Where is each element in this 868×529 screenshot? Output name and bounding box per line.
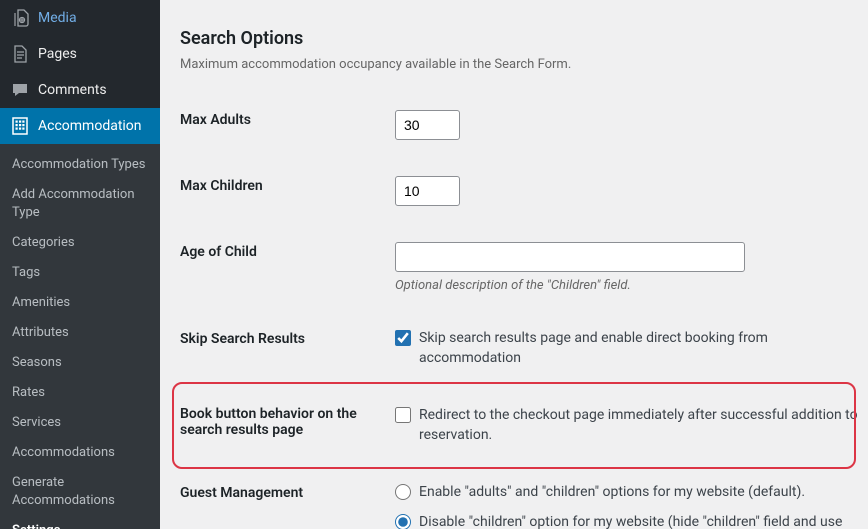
age-of-child-input[interactable] bbox=[395, 242, 745, 272]
max-children-input[interactable] bbox=[395, 176, 460, 206]
submenu-item-categories[interactable]: Categories bbox=[0, 228, 160, 258]
skip-search-label: Skip Search Results bbox=[180, 311, 395, 386]
submenu-item-rates[interactable]: Rates bbox=[0, 378, 160, 408]
submenu-item-seasons[interactable]: Seasons bbox=[0, 348, 160, 378]
submenu-item-attributes[interactable]: Attributes bbox=[0, 318, 160, 348]
guest-option-disable-text[interactable]: Disable "children" option for my website… bbox=[419, 513, 858, 529]
age-of-child-label: Age of Child bbox=[180, 224, 395, 311]
skip-search-text[interactable]: Skip search results page and enable dire… bbox=[419, 329, 858, 368]
age-of-child-description: Optional description of the "Children" f… bbox=[395, 278, 858, 293]
book-redirect-checkbox[interactable] bbox=[395, 407, 411, 423]
submenu-item-amenities[interactable]: Amenities bbox=[0, 288, 160, 318]
submenu-item-accommodation-types[interactable]: Accommodation Types bbox=[0, 150, 160, 180]
page-title: Search Options bbox=[180, 28, 868, 49]
sidebar-item-comments[interactable]: Comments bbox=[0, 72, 160, 108]
submenu-item-services[interactable]: Services bbox=[0, 408, 160, 438]
sidebar-item-pages[interactable]: Pages bbox=[0, 36, 160, 72]
guest-option-enable-radio[interactable] bbox=[395, 484, 411, 500]
max-children-label: Max Children bbox=[180, 158, 395, 224]
guest-option-disable-radio[interactable] bbox=[395, 514, 411, 529]
media-icon bbox=[10, 8, 30, 28]
max-adults-label: Max Adults bbox=[180, 92, 395, 158]
sidebar-item-label: Pages bbox=[38, 45, 77, 63]
sidebar-item-media[interactable]: Media bbox=[0, 0, 160, 36]
main-content: Search Options Maximum accommodation occ… bbox=[160, 0, 868, 529]
submenu-item-settings[interactable]: Settings bbox=[0, 516, 160, 529]
settings-form-table: Max Adults Max Children Age of Child Opt… bbox=[180, 92, 868, 529]
submenu-item-generate-accommodations[interactable]: Generate Accommodations bbox=[0, 468, 160, 516]
submenu-item-add-accommodation-type[interactable]: Add Accommodation Type bbox=[0, 180, 160, 228]
skip-search-checkbox[interactable] bbox=[395, 330, 411, 346]
max-adults-input[interactable] bbox=[395, 110, 460, 140]
submenu-item-tags[interactable]: Tags bbox=[0, 258, 160, 288]
sidebar-submenu: Accommodation TypesAdd Accommodation Typ… bbox=[0, 144, 160, 529]
sidebar-item-label: Comments bbox=[38, 81, 107, 99]
guest-option-enable-text[interactable]: Enable "adults" and "children" options f… bbox=[419, 483, 805, 503]
sidebar-item-accommodation[interactable]: Accommodation bbox=[0, 108, 160, 144]
sidebar-item-label: Media bbox=[38, 9, 77, 27]
page-subheading: Maximum accommodation occupancy availabl… bbox=[180, 57, 868, 72]
book-redirect-text[interactable]: Redirect to the checkout page immediatel… bbox=[419, 406, 858, 445]
submenu-item-accommodations[interactable]: Accommodations bbox=[0, 438, 160, 468]
guest-management-label: Guest Management bbox=[180, 465, 395, 529]
pages-icon bbox=[10, 44, 30, 64]
book-button-label: Book button behavior on the search resul… bbox=[180, 386, 395, 465]
sidebar-item-label: Accommodation bbox=[38, 117, 142, 135]
building-icon bbox=[10, 116, 30, 136]
admin-sidebar: Media Pages Comments Accommodation Accommo… bbox=[0, 0, 160, 529]
comments-icon bbox=[10, 80, 30, 100]
